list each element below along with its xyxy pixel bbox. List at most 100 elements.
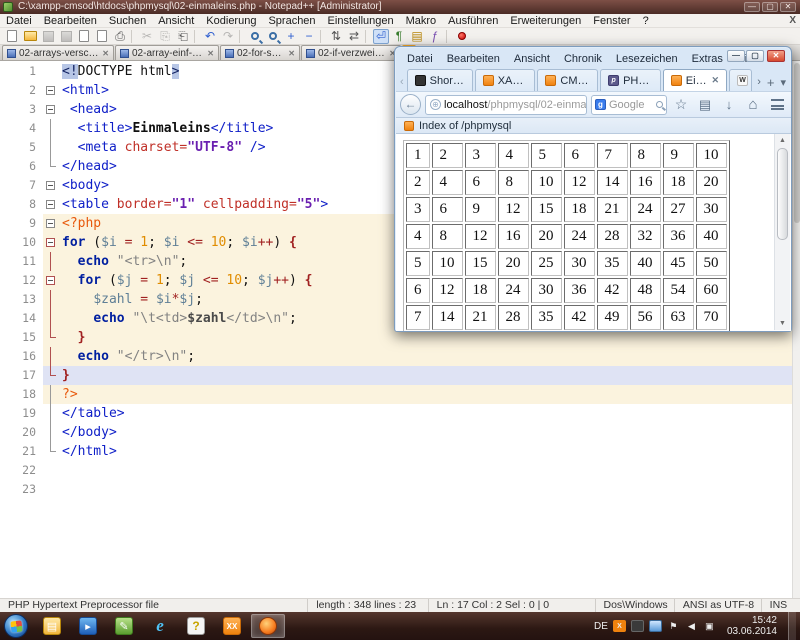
copy-icon[interactable]: ⎘ [157,29,173,44]
clock[interactable]: 15:42 03.06.2014 [721,615,783,637]
code-line-16[interactable]: 16 echo "</tr>\n"; [0,347,800,366]
save-all-icon[interactable] [58,29,74,44]
xampp-tray-icon[interactable]: X [613,620,626,632]
menu-item-suchen[interactable]: Suchen [103,14,152,28]
func-list-icon[interactable]: ƒ [427,29,443,44]
scroll-up-icon[interactable]: ▲ [777,135,788,146]
zoom-in-icon[interactable]: + [283,29,299,44]
fx-menu-item-bearbeiten[interactable]: Bearbeiten [441,53,506,65]
close-icon[interactable]: ✕ [767,50,785,62]
word-wrap-icon[interactable]: ⏎ [373,29,389,44]
fold-marker[interactable] [43,176,58,195]
code-line-18[interactable]: 18?> [0,385,800,404]
content-scrollbar-thumb[interactable] [777,148,788,240]
open-file-icon[interactable] [22,29,38,44]
fold-marker[interactable] [43,100,58,119]
browser-tab-5[interactable]: Einma...✕ [663,69,727,91]
cut-icon[interactable]: ✂ [139,29,155,44]
menu-item-ansicht[interactable]: Ansicht [152,14,200,28]
menu-icon[interactable] [767,95,787,115]
browser-tab-6[interactable]: WW [729,69,752,91]
maximize-icon[interactable]: ▢ [762,2,778,12]
fx-menu-item-ansicht[interactable]: Ansicht [508,53,556,65]
close-tab-icon[interactable]: ✕ [288,49,295,58]
undo-icon[interactable]: ↶ [202,29,218,44]
firefox-window[interactable]: DateiBearbeitenAnsichtChronikLesezeichen… [394,46,792,332]
media-player-icon[interactable]: ▸ [71,614,105,638]
editor-scrollbar-thumb[interactable] [794,63,800,223]
php-help-icon[interactable]: ? [179,614,213,638]
sync-v-icon[interactable]: ⇅ [328,29,344,44]
browser-tab-2[interactable]: XAMPP 1... [475,69,536,91]
firefox-icon[interactable] [251,614,285,638]
back-button[interactable]: ← [400,94,421,115]
menu-item-bearbeiten[interactable]: Bearbeiten [38,14,103,28]
xampp-icon[interactable]: XX [215,614,249,638]
content-scrollbar[interactable]: ▲ ▼ [774,134,790,330]
menu-item-datei[interactable]: Datei [0,14,38,28]
bookmark-item[interactable]: Index of /phpmysql [419,120,511,132]
fold-marker[interactable] [43,195,58,214]
fold-box[interactable] [46,200,55,209]
status-insert-mode[interactable]: INS [762,599,800,613]
menu-item-fenster[interactable]: Fenster [587,14,636,28]
explorer-icon[interactable]: ▤ [35,614,69,638]
fold-box[interactable] [46,181,55,190]
save-icon[interactable] [40,29,56,44]
code-line-23[interactable]: 23 [0,480,800,499]
scroll-down-icon[interactable]: ▼ [777,318,788,329]
file-tab-3[interactable]: 02-for-schleife.php✕ [220,45,300,60]
close-tab-icon[interactable]: ✕ [207,49,214,58]
fold-box[interactable] [46,238,55,247]
new-tab-icon[interactable]: + [764,73,778,91]
menu-item-ausführen[interactable]: Ausführen [442,14,504,28]
menu-item-einstellungen[interactable]: Einstellungen [322,14,400,28]
search-input[interactable]: g Google [591,95,667,115]
minimize-icon[interactable]: — [727,50,745,62]
browser-tab-3[interactable]: CMSOD ... [537,69,598,91]
file-tab-1[interactable]: 02-arrays-verschachtelt.php✕ [2,45,114,60]
tab-scroll-left-icon[interactable]: ‹ [397,73,407,91]
start-button[interactable] [4,614,28,638]
browser-tab-1[interactable]: Shortcuts [407,69,473,91]
redo-icon[interactable]: ↷ [220,29,236,44]
maximize-icon[interactable]: ▢ [746,50,764,62]
close-document-icon[interactable]: X [789,15,796,26]
fold-box[interactable] [46,86,55,95]
action-center-icon[interactable] [649,620,662,632]
close-icon[interactable] [76,29,92,44]
doc-map-icon[interactable]: ▤ [409,29,425,44]
language-indicator[interactable]: DE [594,621,608,632]
fx-menu-item-extras[interactable]: Extras [686,53,729,65]
code-line-20[interactable]: 20</body> [0,423,800,442]
close-all-icon[interactable] [94,29,110,44]
paste-icon[interactable]: ⎗ [175,29,191,44]
code-line-21[interactable]: 21</html> [0,442,800,461]
menu-item-erweiterungen[interactable]: Erweiterungen [504,14,587,28]
network-icon[interactable]: ▣ [703,620,716,632]
fold-box[interactable] [46,219,55,228]
record-macro-icon[interactable] [454,29,470,44]
sync-h-icon[interactable]: ⇄ [346,29,362,44]
editor-scrollbar[interactable] [792,61,800,598]
fold-marker[interactable] [43,271,58,290]
volume-icon[interactable]: ◀ [685,620,698,632]
fx-menu-item-lesezeichen[interactable]: Lesezeichen [610,53,684,65]
menu-item-help[interactable]: ? [637,14,655,28]
close-tab-icon[interactable]: ✕ [712,75,720,86]
menu-item-kodierung[interactable]: Kodierung [200,14,262,28]
internet-explorer-icon[interactable]: e [143,614,177,638]
tab-scroll-right-icon[interactable]: › [754,73,764,91]
fx-menu-item-chronik[interactable]: Chronik [558,53,608,65]
status-encoding[interactable]: ANSI as UTF-8 [675,599,762,613]
file-tab-2[interactable]: 02-array-einf-mit-html5.php✕ [115,45,219,60]
search-icon[interactable] [656,101,663,108]
bookmark-star-icon[interactable]: ☆ [671,95,691,115]
green-editor-icon[interactable]: ✎ [107,614,141,638]
notepadpp-title-bar[interactable]: C:\xampp-cmsod\htdocs\phpmysql\02-einmal… [0,0,800,14]
replace-icon[interactable] [265,29,281,44]
close-icon[interactable]: ✕ [780,2,796,12]
zoom-out-icon[interactable]: − [301,29,317,44]
fold-marker[interactable] [43,214,58,233]
downloads-icon[interactable]: ↓ [719,95,739,115]
